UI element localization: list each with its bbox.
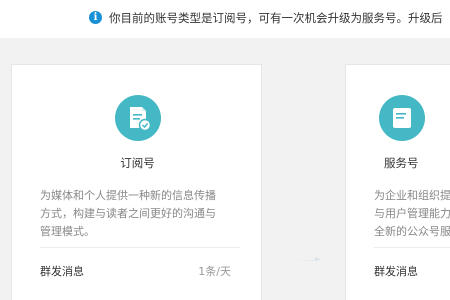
card-description: 为媒体和个人提供一种新的信息传播 方式，构建与读者之间更好的沟通与 管理模式。 [40,187,240,241]
notice-bar: i 你目前的账号类型是订阅号，可有一次机会升级为服务号。升级后 [0,0,450,38]
mass-message-value: 1条/天 [198,265,231,278]
mass-message-label: 群发消息 [40,265,84,278]
divider [40,247,240,248]
card-description: 为企业和组织提 与用户管理能力 全新的公众号服 [374,187,450,241]
notice-text: 你目前的账号类型是订阅号，可有一次机会升级为服务号。升级后 [109,11,443,25]
description-line: 全新的公众号服 [374,225,450,238]
description-line: 为企业和组织提 [374,189,450,202]
description-line: 方式，构建与读者之间更好的沟通与 [40,207,216,220]
card-title: 订阅号 [120,156,155,170]
info-icon: i [89,11,102,24]
service-icon [379,95,425,141]
mass-message-label: 群发消息 [374,265,418,278]
subscription-account-card[interactable]: 订阅号 为媒体和个人提供一种新的信息传播 方式，构建与读者之间更好的沟通与 管理… [11,64,262,300]
service-account-card[interactable]: 服务号 为企业和组织提 与用户管理能力 全新的公众号服 群发消息 [345,64,450,300]
description-line: 为媒体和个人提供一种新的信息传播 [40,189,216,202]
description-line: 管理模式。 [40,225,95,238]
description-line: 与用户管理能力 [374,207,450,220]
arrow-right-icon [285,257,321,261]
document-check-icon [115,95,161,141]
divider [374,247,450,248]
card-title: 服务号 [384,156,419,170]
